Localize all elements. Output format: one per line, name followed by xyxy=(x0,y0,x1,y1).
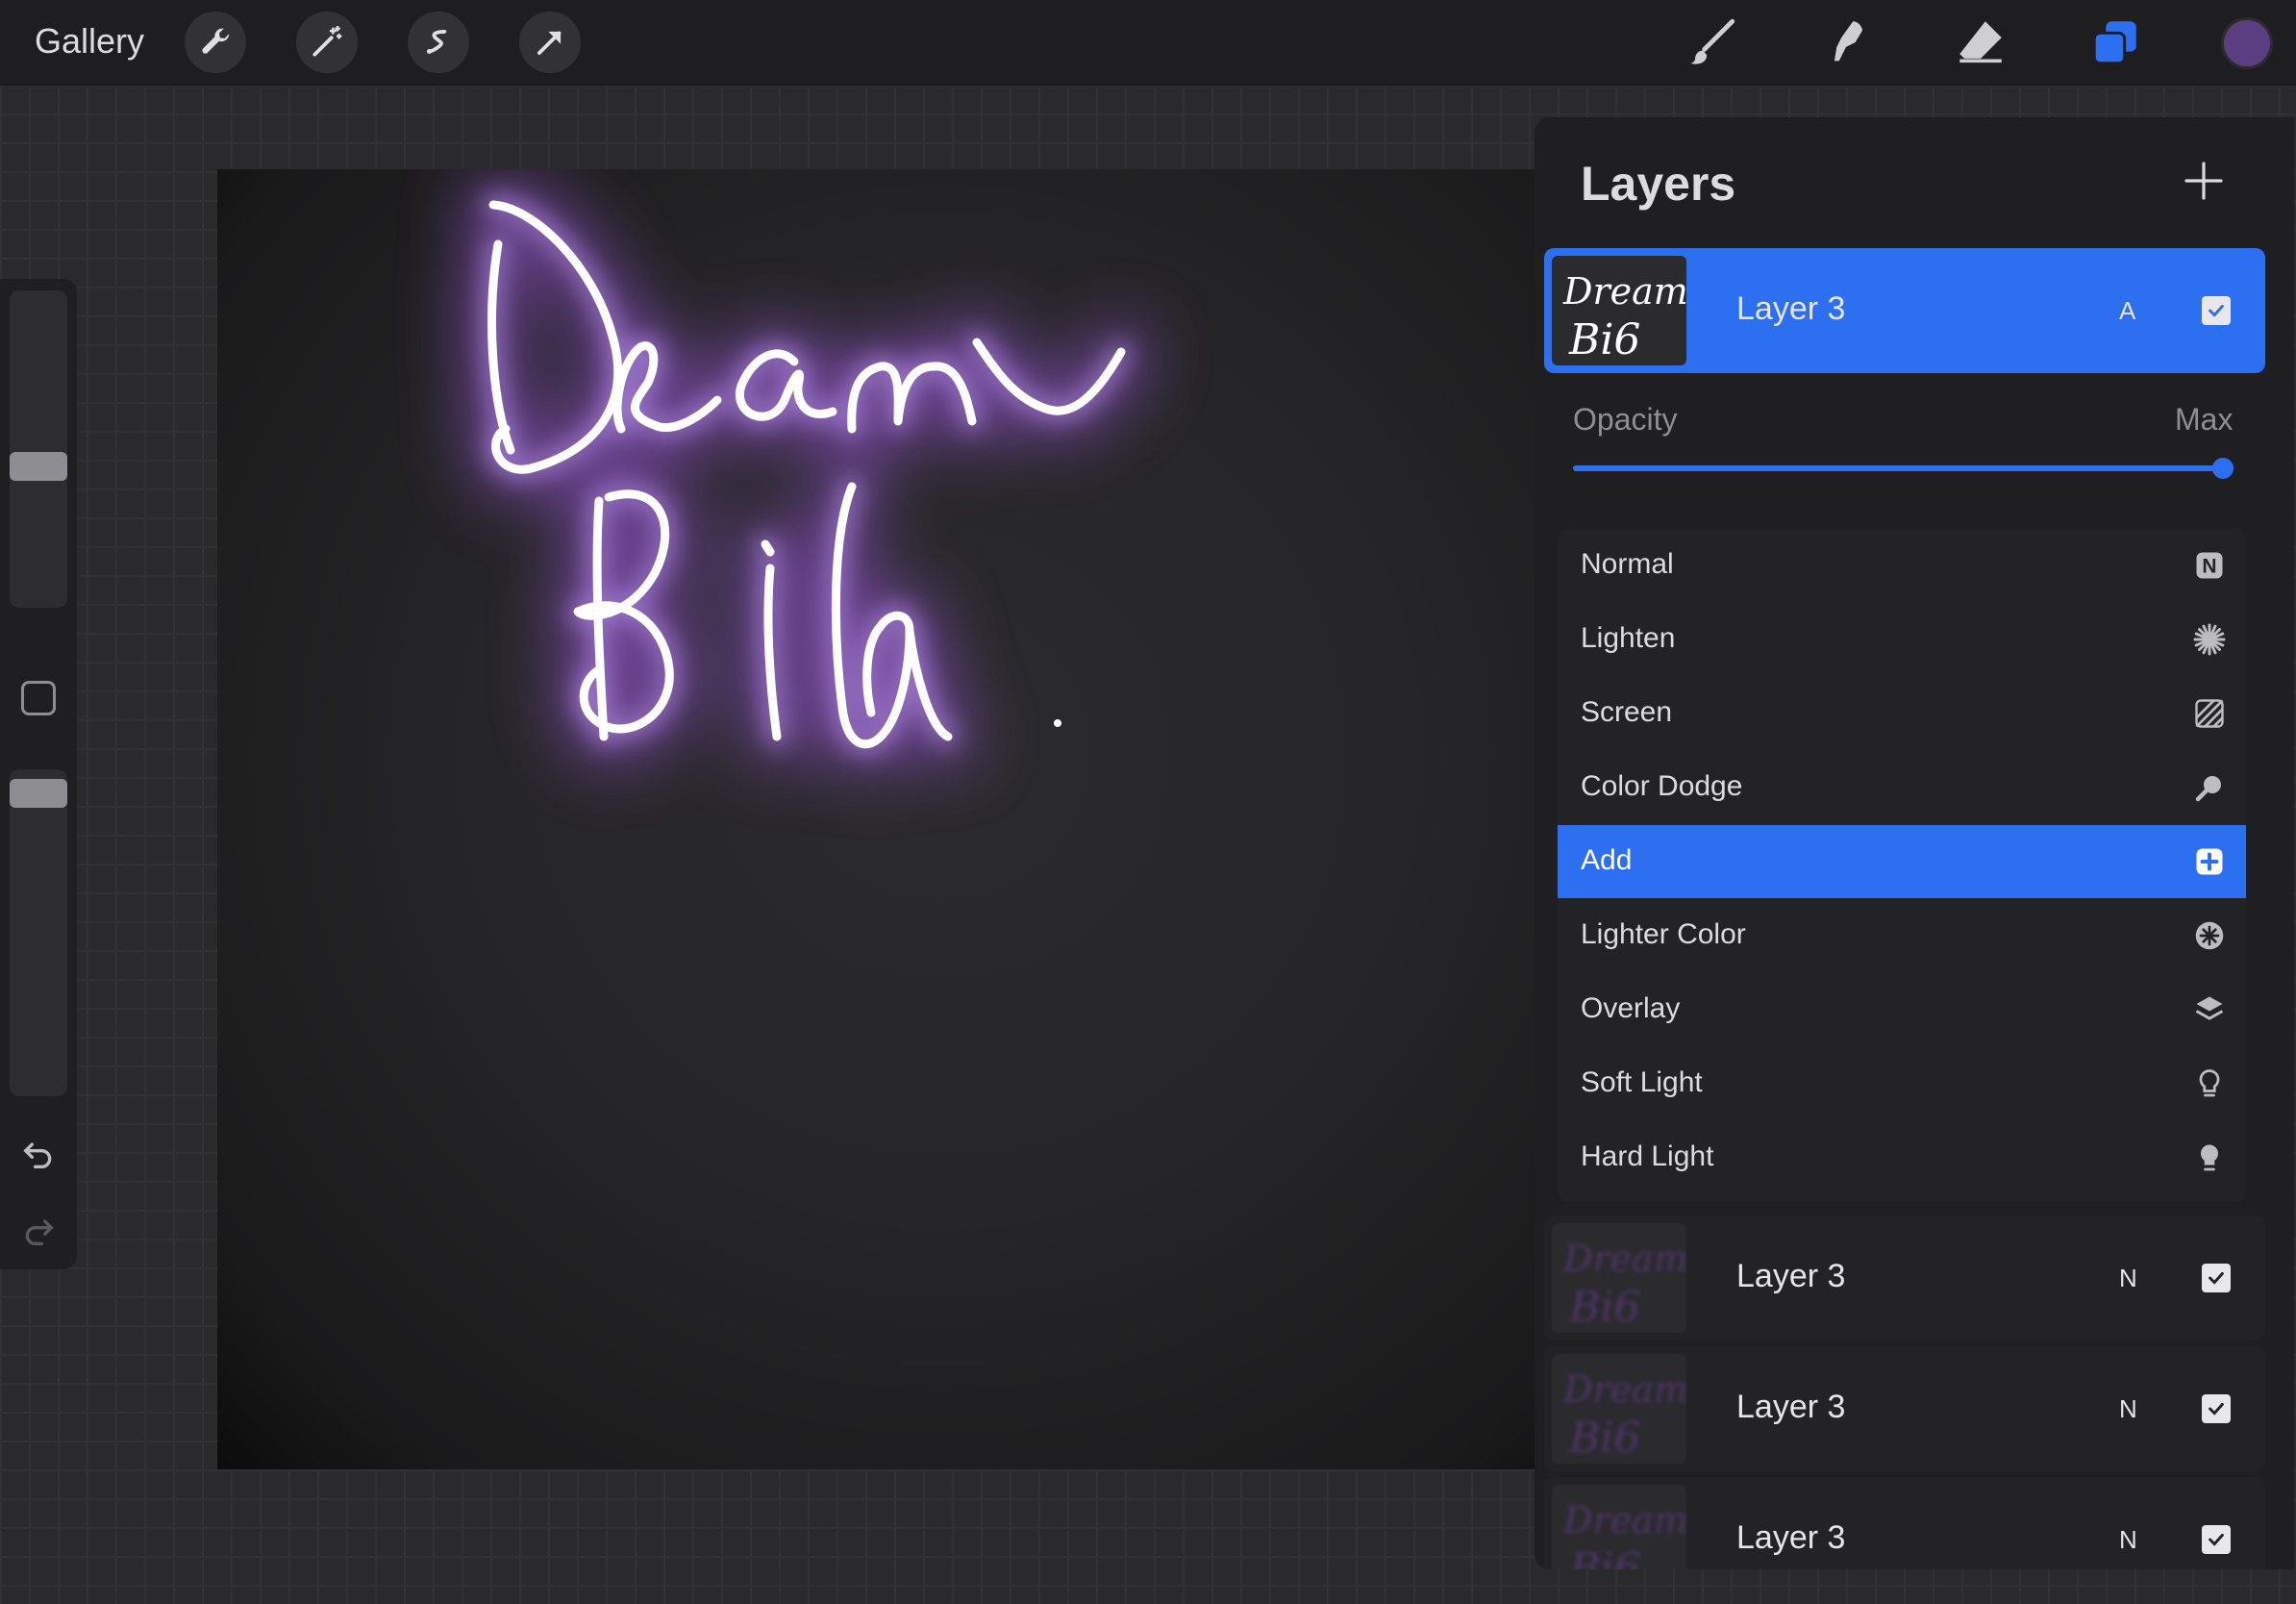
gallery-button[interactable]: Gallery xyxy=(35,21,144,62)
layers-stack-icon xyxy=(2192,992,2227,1027)
eraser-icon[interactable] xyxy=(1952,13,2009,71)
blend-mode-color-dodge[interactable]: Color Dodge xyxy=(1558,751,2246,824)
layers-panel: Layers Dream Bi6 Layer 3 A Opacity Max N… xyxy=(1535,117,2294,1569)
brush-size-thumb[interactable] xyxy=(10,452,67,481)
layer-row[interactable]: Dream Bi6 Layer 3 N xyxy=(1544,1346,2265,1471)
svg-text:N: N xyxy=(2202,556,2216,578)
blend-mode-screen[interactable]: Screen xyxy=(1558,677,2246,750)
blend-mode-label: Normal xyxy=(1581,548,1674,580)
blend-mode-overlay[interactable]: Overlay xyxy=(1558,973,2246,1046)
brush-opacity-slider[interactable] xyxy=(10,769,67,1096)
blend-mode-add[interactable]: Add xyxy=(1558,825,2246,898)
layer-name: Layer 3 xyxy=(1736,1258,1846,1294)
bulb-filled-icon xyxy=(2192,1140,2227,1175)
blend-mode-lighten[interactable]: Lighten xyxy=(1558,603,2246,676)
blend-mode-letter[interactable]: N xyxy=(2119,1394,2137,1424)
svg-text:Bi6: Bi6 xyxy=(1568,1283,1640,1332)
layer-name: Layer 3 xyxy=(1736,1389,1846,1425)
blend-mode-letter[interactable]: A xyxy=(2119,296,2135,326)
blend-mode-label: Hard Light xyxy=(1581,1140,1714,1172)
bulb-icon xyxy=(2192,1066,2227,1101)
neon-artwork xyxy=(462,176,1150,773)
blend-mode-label: Add xyxy=(1581,844,1633,876)
magic-wand-icon[interactable] xyxy=(296,12,358,73)
layer-thumbnail: Dream Bi6 xyxy=(1552,1223,1686,1333)
brush-size-slider[interactable] xyxy=(10,290,67,608)
visibility-checkbox[interactable] xyxy=(2202,1525,2231,1554)
drawing-canvas[interactable] xyxy=(217,169,1535,1469)
sunburst-icon xyxy=(2192,622,2227,657)
layer-row-active[interactable]: Dream Bi6 Layer 3 A xyxy=(1544,248,2265,373)
opacity-knob[interactable] xyxy=(2212,458,2234,479)
panel-title: Layers xyxy=(1581,157,1736,211)
visibility-checkbox[interactable] xyxy=(2202,1394,2231,1423)
blend-mode-label: Screen xyxy=(1581,696,1673,728)
blend-mode-hard-light[interactable]: Hard Light xyxy=(1558,1121,2246,1194)
blend-mode-label: Color Dodge xyxy=(1581,770,1743,802)
brush-opacity-thumb[interactable] xyxy=(10,779,67,808)
blend-mode-list: Normal N Lighten Screen Color Dodge Add Lighte… xyxy=(1558,529,2246,1202)
opacity-fill xyxy=(1573,465,2223,471)
modify-button[interactable] xyxy=(21,681,56,715)
opacity-label: Opacity xyxy=(1573,402,1678,437)
layer-thumbnail: Dream Bi6 xyxy=(1552,256,1686,365)
brush-icon[interactable] xyxy=(1683,13,1740,71)
layer-thumbnail: Dream Bi6 xyxy=(1552,1354,1686,1464)
selection-icon[interactable] xyxy=(408,12,469,73)
opacity-slider[interactable] xyxy=(1573,458,2234,479)
visibility-checkbox[interactable] xyxy=(2202,1264,2231,1292)
svg-text:Bi6: Bi6 xyxy=(1568,1544,1640,1569)
undo-icon[interactable] xyxy=(19,1135,58,1173)
blend-mode-letter[interactable]: N xyxy=(2119,1525,2137,1555)
blend-mode-normal[interactable]: Normal N xyxy=(1558,529,2246,602)
visibility-checkbox[interactable] xyxy=(2202,296,2231,325)
opacity-value: Max xyxy=(2175,402,2234,437)
layers-icon[interactable] xyxy=(2086,13,2144,71)
plus-icon[interactable] xyxy=(2181,158,2227,204)
n-badge-icon: N xyxy=(2192,548,2227,583)
color-picker-button[interactable] xyxy=(2221,17,2273,69)
svg-text:Dream: Dream xyxy=(1562,1499,1686,1541)
blend-mode-label: Lighten xyxy=(1581,622,1676,654)
smudge-icon[interactable] xyxy=(1817,13,1875,71)
layer-row[interactable]: Dream Bi6 Layer 3 N xyxy=(1544,1477,2265,1569)
layer-row[interactable]: Dream Bi6 Layer 3 N xyxy=(1544,1216,2265,1341)
magnifier-icon xyxy=(2192,770,2227,805)
svg-text:Bi6: Bi6 xyxy=(1568,315,1640,364)
layer-name: Layer 3 xyxy=(1736,290,1846,327)
blend-mode-label: Soft Light xyxy=(1581,1066,1703,1098)
layer-name: Layer 3 xyxy=(1736,1519,1846,1556)
blend-mode-soft-light[interactable]: Soft Light xyxy=(1558,1047,2246,1120)
layer-thumbnail: Dream Bi6 xyxy=(1552,1485,1686,1569)
redo-icon[interactable] xyxy=(19,1212,58,1250)
svg-text:Dream: Dream xyxy=(1562,270,1686,313)
top-toolbar: Gallery xyxy=(0,0,2296,86)
hatch-icon xyxy=(2192,696,2227,731)
transform-arrow-icon[interactable] xyxy=(519,12,581,73)
svg-text:Bi6: Bi6 xyxy=(1568,1414,1640,1463)
stray-dot xyxy=(1054,719,1061,727)
blend-mode-letter[interactable]: N xyxy=(2119,1264,2137,1293)
asterisk-circle-icon xyxy=(2192,918,2227,953)
svg-text:Dream: Dream xyxy=(1562,1368,1686,1411)
svg-text:Dream: Dream xyxy=(1562,1238,1686,1280)
sidebar xyxy=(0,279,77,1269)
blend-mode-label: Lighter Color xyxy=(1581,918,1746,950)
blend-mode-label: Overlay xyxy=(1581,992,1681,1024)
wrench-icon[interactable] xyxy=(185,12,246,73)
plus-square-icon xyxy=(2192,844,2227,879)
blend-mode-lighter-color[interactable]: Lighter Color xyxy=(1558,899,2246,972)
